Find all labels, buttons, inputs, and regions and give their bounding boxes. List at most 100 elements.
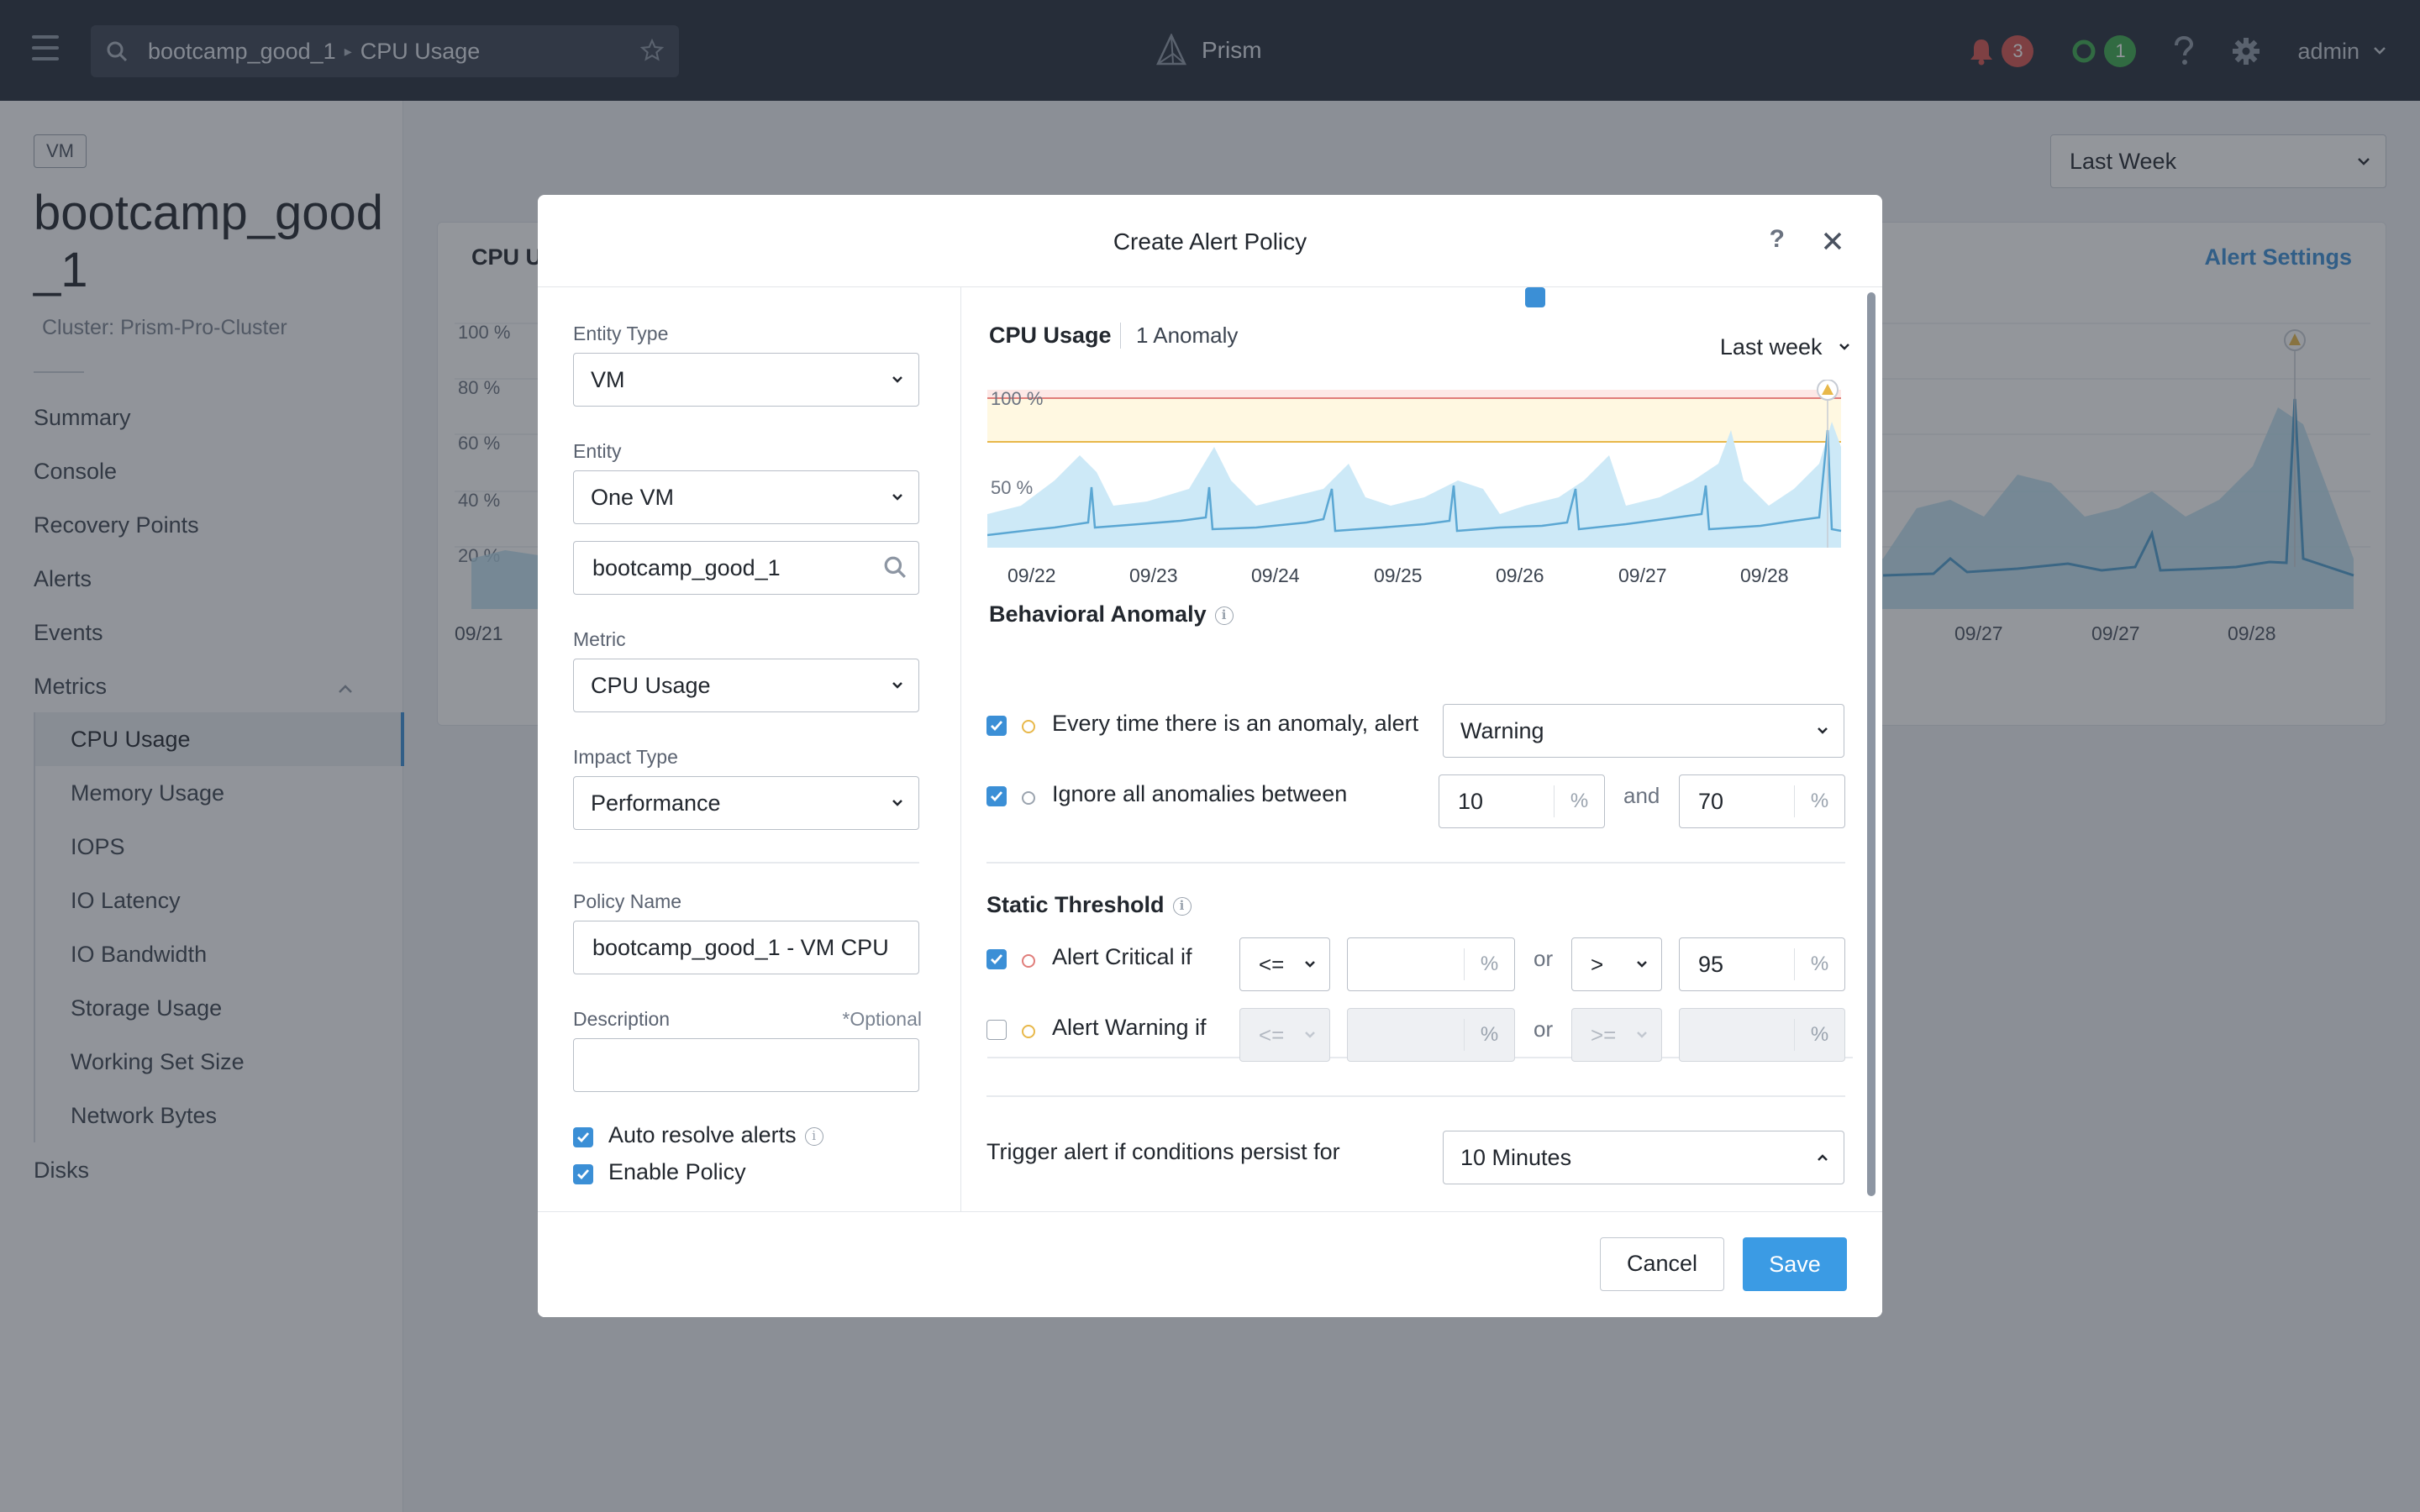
dialog-header: Create Alert Policy ? <box>538 195 1882 287</box>
entity-type-select[interactable]: VM <box>573 353 919 407</box>
chevron-down-icon <box>892 800 902 806</box>
dialog-help-button[interactable]: ? <box>1770 225 1785 254</box>
chevron-down-icon <box>1305 1032 1315 1038</box>
policy-name-input[interactable]: bootcamp_good_1 - VM CPU <box>573 921 919 974</box>
percent-suffix: % <box>1554 785 1604 817</box>
section-divider <box>986 862 1845 864</box>
chevron-up-icon <box>1818 1154 1828 1161</box>
critical-upper-operator-select[interactable]: > <box>1571 937 1662 991</box>
ignore-anomalies-checkbox[interactable] <box>986 786 1007 806</box>
ignore-lower-value: 10 <box>1458 789 1484 814</box>
ignore-dot <box>1022 791 1035 805</box>
chevron-down-icon <box>1839 344 1849 350</box>
anomaly-alert-checkbox[interactable] <box>986 716 1007 736</box>
chevron-down-icon <box>1305 961 1315 968</box>
auto-resolve-checkbox[interactable] <box>573 1127 593 1147</box>
anomaly-preview-chart: 100 % 50 % <box>987 380 1842 548</box>
impact-type-value: Performance <box>591 790 721 816</box>
critical-upper-value: 95 <box>1698 952 1724 977</box>
warning-upper-operator: >= <box>1591 1022 1617 1047</box>
entity-type-value: VM <box>591 367 625 392</box>
anomaly-severity-select[interactable]: Warning <box>1443 704 1844 758</box>
cancel-button[interactable]: Cancel <box>1600 1237 1724 1291</box>
behavioral-anomaly-title: Behavioral Anomaly i <box>989 601 1234 627</box>
enable-policy-checkbox[interactable] <box>573 1164 593 1184</box>
search-icon[interactable] <box>883 555 907 579</box>
x-tick-label: 09/23 <box>1129 564 1178 586</box>
entity-label: Entity <box>573 440 622 462</box>
critical-upper-operator: > <box>1591 952 1604 977</box>
x-tick-label: 09/26 <box>1496 564 1544 586</box>
critical-upper-input[interactable]: 95 % <box>1679 937 1845 991</box>
x-tick-label: 09/27 <box>1618 564 1667 586</box>
warning-threshold-checkbox[interactable] <box>986 1020 1007 1040</box>
x-tick-label: 09/24 <box>1251 564 1300 586</box>
warning-upper-input[interactable]: % <box>1679 1008 1845 1062</box>
entity-type-label: Entity Type <box>573 323 669 344</box>
impact-type-select[interactable]: Performance <box>573 776 919 830</box>
chart-range-select[interactable]: Last week <box>1720 334 1850 360</box>
y-label-100: 100 % <box>991 388 1043 409</box>
behavioral-anomaly-text: Behavioral Anomaly <box>989 601 1207 627</box>
ignore-lower-input[interactable]: 10 % <box>1439 774 1605 828</box>
warning-severity-dot <box>1022 720 1035 733</box>
ignore-upper-input[interactable]: 70 % <box>1679 774 1845 828</box>
critical-lower-input[interactable]: % <box>1347 937 1515 991</box>
info-icon[interactable]: i <box>804 1127 823 1146</box>
x-tick-label: 09/22 <box>1007 564 1056 586</box>
section-divider <box>986 1095 1845 1097</box>
checkmark-icon <box>991 721 1003 732</box>
dialog-scrollbar[interactable] <box>1867 292 1876 1196</box>
static-threshold-text: Static Threshold <box>986 892 1165 917</box>
warning-lower-operator-select[interactable]: <= <box>1239 1008 1330 1062</box>
entity-select[interactable]: One VM <box>573 470 919 524</box>
critical-lower-operator-select[interactable]: <= <box>1239 937 1330 991</box>
checkmark-icon <box>577 1169 590 1180</box>
ignore-anomalies-label: Ignore all anomalies between <box>1052 781 1348 806</box>
or-connector: or <box>1534 1016 1554 1042</box>
auto-resolve-label: Auto resolve alerts i <box>608 1122 823 1148</box>
info-icon[interactable]: i <box>1214 606 1234 625</box>
chevron-down-icon <box>1818 727 1828 734</box>
metric-select[interactable]: CPU Usage <box>573 659 919 712</box>
anomaly-severity-value: Warning <box>1460 718 1544 743</box>
checkmark-icon <box>577 1132 590 1143</box>
or-connector: or <box>1534 946 1554 971</box>
auto-resolve-text: Auto resolve alerts <box>608 1122 797 1147</box>
policy-name-label: Policy Name <box>573 890 682 912</box>
enable-policy-label: Enable Policy <box>608 1159 746 1184</box>
chevron-down-icon <box>892 376 902 383</box>
chevron-down-icon <box>892 494 902 501</box>
and-connector: and <box>1623 783 1660 808</box>
checkmark-icon <box>991 791 1003 802</box>
info-icon[interactable]: i <box>1172 897 1192 916</box>
description-input[interactable] <box>573 1038 919 1092</box>
trigger-duration-select[interactable]: 10 Minutes <box>1443 1131 1844 1184</box>
warning-severity-dot <box>1022 1025 1035 1038</box>
percent-suffix: % <box>1464 948 1514 980</box>
create-alert-policy-dialog: Create Alert Policy ? Entity Type VM Ent… <box>538 195 1882 1317</box>
warning-lower-input[interactable]: % <box>1347 1008 1515 1062</box>
trigger-duration-label: Trigger alert if conditions persist for <box>986 1139 1340 1164</box>
warning-upper-operator-select[interactable]: >= <box>1571 1008 1662 1062</box>
close-icon[interactable] <box>1822 230 1844 252</box>
percent-suffix: % <box>1794 1019 1844 1051</box>
trigger-duration-value: 10 Minutes <box>1460 1145 1572 1170</box>
policy-settings-column: Entity Type VM Entity One VM bootcamp_go… <box>538 287 961 1317</box>
chart-anomaly-count: 1 Anomaly <box>1120 323 1238 349</box>
entity-search-value: bootcamp_good_1 <box>592 555 781 580</box>
metric-label: Metric <box>573 628 626 650</box>
chart-metric-title: CPU Usage <box>989 323 1112 348</box>
dialog-title: Create Alert Policy <box>1113 228 1307 255</box>
section-divider <box>573 862 919 864</box>
metric-value: CPU Usage <box>591 673 711 698</box>
critical-threshold-label: Alert Critical if <box>1052 944 1192 969</box>
percent-suffix: % <box>1794 785 1844 817</box>
entity-search-input[interactable]: bootcamp_good_1 <box>573 541 919 595</box>
y-label-50: 50 % <box>991 477 1033 498</box>
chevron-down-icon <box>892 682 902 689</box>
save-button[interactable]: Save <box>1743 1237 1847 1291</box>
entity-value: One VM <box>591 485 675 510</box>
description-label: Description <box>573 1008 671 1030</box>
critical-threshold-checkbox[interactable] <box>986 949 1007 969</box>
